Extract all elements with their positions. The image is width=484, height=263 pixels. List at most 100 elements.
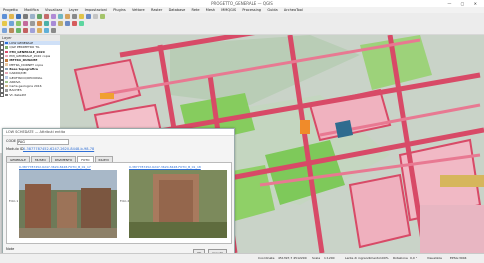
- copy-feature-icon[interactable]: [44, 21, 49, 26]
- layer-symbol-icon: [5, 80, 9, 84]
- photo2-link[interactable]: 0-3877787452-6247-3620-8448-FOTO_B_01_18: [129, 165, 201, 169]
- layer-symbol-icon: [5, 41, 9, 45]
- zoom-in-icon[interactable]: [37, 14, 42, 19]
- layer-visibility-checkbox[interactable]: [0, 92, 5, 97]
- layer-label: Vt. Rete2M: [9, 92, 26, 97]
- identify-icon[interactable]: [72, 14, 77, 19]
- photo2-label: Foto 2: [120, 199, 130, 203]
- pan-icon[interactable]: [30, 14, 35, 19]
- redo-icon[interactable]: [65, 21, 70, 26]
- measure-icon[interactable]: [86, 14, 91, 19]
- rotation-value[interactable]: 0,0 °: [410, 256, 417, 260]
- building-block: [440, 175, 484, 187]
- menu-layer[interactable]: Layer: [69, 8, 79, 12]
- photo-wall: [81, 188, 111, 232]
- menu-visualizza[interactable]: Visualizza: [45, 8, 62, 12]
- add-raster-icon[interactable]: [9, 28, 14, 33]
- field-code-input[interactable]: PAG: [17, 139, 69, 145]
- menu-impostazioni[interactable]: Impostazioni: [85, 8, 107, 12]
- zoom-out-icon[interactable]: [44, 14, 49, 19]
- menu-database[interactable]: Database: [169, 8, 186, 12]
- photo-wall: [159, 180, 193, 224]
- layer-symbol-icon: [5, 72, 9, 75]
- layer-symbol-icon: [5, 89, 9, 92]
- layer-symbol-icon: [5, 67, 9, 71]
- save-project-icon[interactable]: [16, 14, 21, 19]
- rotation-label: Rotazione: [393, 256, 408, 260]
- window-controls[interactable]: — ▢ ✕: [447, 1, 481, 6]
- coordinate-value[interactable]: 451397,7 4512290: [278, 256, 307, 260]
- toolbar-layers: [0, 27, 484, 35]
- excavation-photo-1[interactable]: [19, 170, 117, 238]
- building-block: [420, 205, 484, 253]
- highlight-feature: [100, 93, 114, 99]
- cut-feature-icon[interactable]: [37, 21, 42, 26]
- layer-symbol-icon: [5, 46, 9, 49]
- scale-value[interactable]: 1:1200: [324, 256, 335, 260]
- photo1-label: Foto 1: [9, 199, 19, 203]
- menu-mesh[interactable]: Mesh: [206, 8, 215, 12]
- photo-wall: [57, 192, 77, 232]
- photo-wall: [25, 184, 51, 232]
- crs-value[interactable]: EPSG:3004: [450, 256, 467, 260]
- layer-symbol-icon: [5, 84, 9, 88]
- processing-toolbox-icon[interactable]: [51, 28, 56, 33]
- toolbar-layers-icons: [2, 28, 56, 33]
- menu-progetto[interactable]: Progetto: [3, 8, 18, 12]
- menu-plugins[interactable]: Plugins: [113, 8, 126, 12]
- field-calculator-icon[interactable]: [100, 14, 105, 19]
- menu-guida[interactable]: Guida: [267, 8, 277, 12]
- python-console-icon[interactable]: [44, 28, 49, 33]
- dialog-title: LOW SCHEDATE — Attributi entita: [3, 129, 234, 136]
- delete-feature-icon[interactable]: [30, 21, 35, 26]
- modulo-id-label: Modulo ID: [6, 147, 24, 151]
- label-icon[interactable]: [72, 21, 77, 26]
- menu-processing[interactable]: Processing: [242, 8, 261, 12]
- menu-archeotool[interactable]: ArcheoTool: [284, 8, 303, 12]
- menu-modifica[interactable]: Modifica: [24, 8, 39, 12]
- scale-label: Scala: [312, 256, 321, 260]
- paste-feature-icon[interactable]: [51, 21, 56, 26]
- attribute-table-icon[interactable]: [93, 14, 98, 19]
- digitize-icon[interactable]: [79, 21, 84, 26]
- select-icon[interactable]: [79, 14, 84, 19]
- photo-ground: [129, 222, 227, 238]
- field-code-value: PAG: [18, 140, 25, 144]
- layer-symbol-icon: [5, 54, 9, 58]
- magnifier-value[interactable]: 100%: [380, 256, 389, 260]
- menu-rete[interactable]: Rete: [192, 8, 200, 12]
- add-postgis-icon[interactable]: [23, 28, 28, 33]
- add-vector-icon[interactable]: [2, 28, 7, 33]
- menu-raster[interactable]: Raster: [151, 8, 162, 12]
- modulo-id-link[interactable]: 0-3877787452-6247-2620-8448-b-98-78: [23, 147, 94, 151]
- coordinate-label: Coordinate: [258, 256, 275, 260]
- print-layout-icon[interactable]: [23, 14, 28, 19]
- new-project-icon[interactable]: [2, 14, 7, 19]
- highlight-feature: [300, 120, 310, 134]
- layer-row[interactable]: Vt. Rete2M: [0, 92, 60, 97]
- layer-symbol-icon: [5, 63, 9, 66]
- zoom-full-icon[interactable]: [51, 14, 56, 19]
- photo1-link[interactable]: 0-3877787452-6247-3620-8448-FOTO_B_01_17: [19, 165, 91, 169]
- add-wms-icon[interactable]: [30, 28, 35, 33]
- save-edits-icon[interactable]: [9, 21, 14, 26]
- layer-symbol-icon: [5, 76, 9, 79]
- excavation-photo-2[interactable]: [129, 170, 227, 238]
- menu-mmqgis[interactable]: MMQGIS: [221, 8, 236, 12]
- undo-icon[interactable]: [58, 21, 63, 26]
- building-block: [348, 173, 412, 249]
- toggle-editing-icon[interactable]: [2, 21, 7, 26]
- menu-vettore[interactable]: Vettore: [132, 8, 145, 12]
- photo-panel: 0-3877787452-6247-3620-8448-FOTO_B_01_17…: [6, 162, 232, 244]
- selected-feature: [335, 120, 353, 138]
- zoom-layer-icon[interactable]: [58, 14, 63, 19]
- notes-label: Note: [6, 247, 15, 251]
- open-project-icon[interactable]: [9, 14, 14, 19]
- new-layer-icon[interactable]: [37, 28, 42, 33]
- add-feature-icon[interactable]: [16, 21, 21, 26]
- layer-symbol-icon: [5, 93, 9, 96]
- add-delimited-icon[interactable]: [16, 28, 21, 33]
- refresh-icon[interactable]: [65, 14, 70, 19]
- render-label[interactable]: Visualizza: [427, 256, 442, 260]
- vertex-tool-icon[interactable]: [23, 21, 28, 26]
